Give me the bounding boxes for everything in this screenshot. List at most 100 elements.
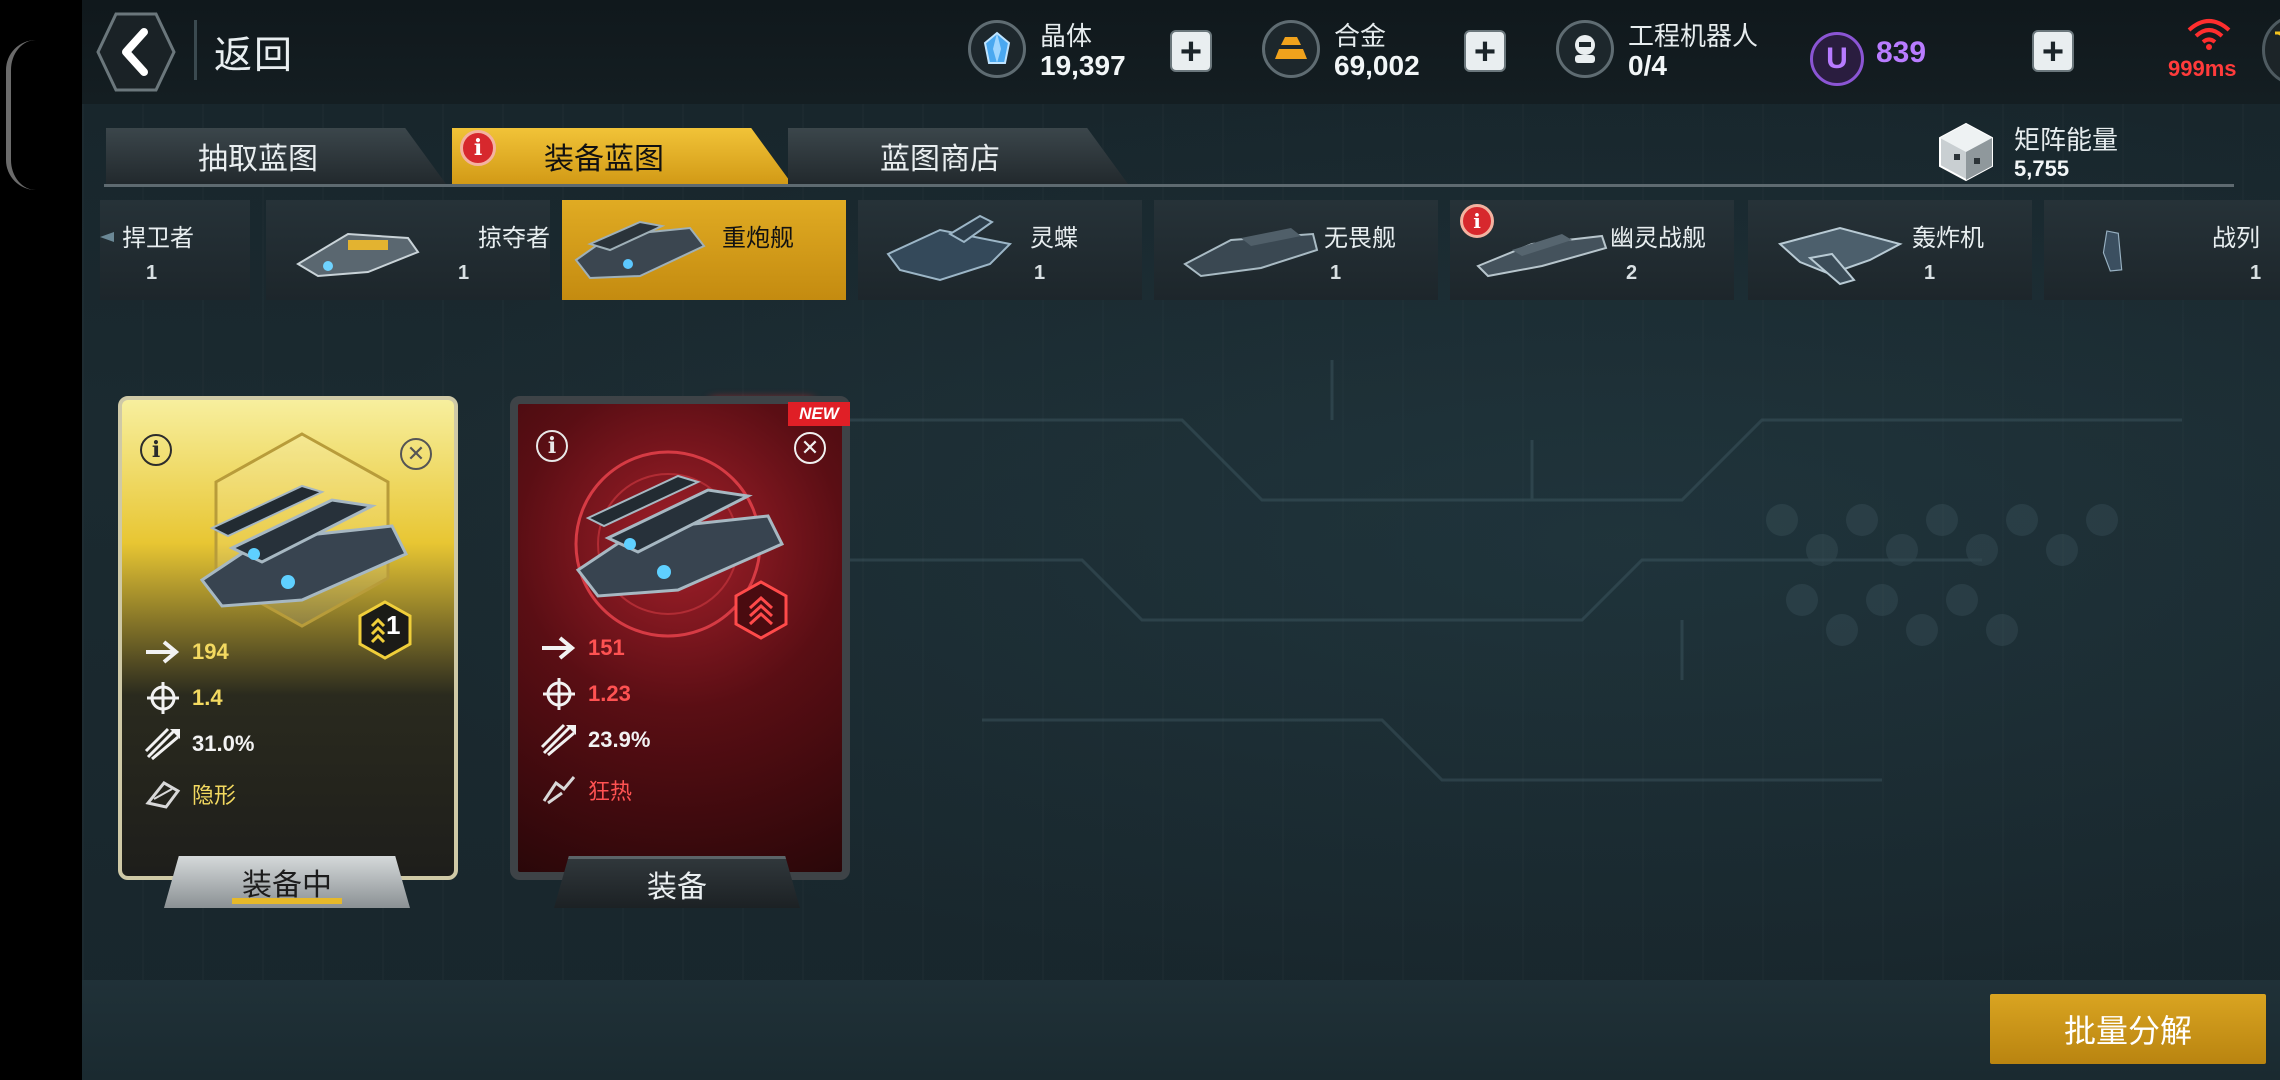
bulk-disassemble-button[interactable]: 批量分解 — [1990, 994, 2266, 1064]
category-count: 1 — [146, 262, 158, 284]
wifi-signal-icon — [2187, 19, 2231, 50]
bomber-ship-icon — [1777, 226, 1903, 286]
add-u-currency-button[interactable]: + — [2032, 30, 2074, 72]
trait-stat: 狂热 — [540, 772, 632, 808]
matrix-cube-icon — [1939, 122, 1993, 182]
category-count: 1 — [458, 262, 470, 284]
add-crystal-button[interactable]: + — [1170, 30, 1212, 72]
category-name: 轰炸机 — [1912, 225, 1984, 252]
category-defender[interactable]: 捍卫者 1 — [100, 200, 250, 300]
category-count: 1 — [1034, 262, 1046, 284]
category-count: 1 — [2250, 262, 2262, 284]
category-count: 1 — [1330, 262, 1342, 284]
robot-icon — [1556, 20, 1614, 78]
equip-button[interactable]: 装备 — [554, 856, 800, 908]
rank-value: 1 — [386, 610, 401, 640]
cart-icon — [2275, 31, 2280, 36]
percent-stat: 31.0% — [144, 726, 254, 762]
category-plunderer[interactable]: 掠夺者 1 — [266, 200, 550, 300]
heavy-artillery-ship-icon — [574, 220, 706, 280]
speed-arrow-icon — [146, 640, 180, 664]
blueprint-card-new[interactable]: i ✕ 151 1.23 23.9% 狂热 — [510, 396, 850, 880]
percent-value: 31.0% — [192, 731, 255, 756]
add-alloy-button[interactable]: + — [1464, 30, 1506, 72]
accuracy-value: 1.23 — [588, 681, 631, 706]
heavy-artillery-ship-art — [199, 484, 409, 608]
info-icon[interactable]: i — [536, 430, 568, 462]
bulk-disassemble-label: 批量分解 — [2063, 1013, 2192, 1049]
category-spirit-butterfly[interactable]: 灵蝶 1 — [858, 200, 1142, 300]
percent-stat: 23.9% — [540, 722, 650, 758]
plunderer-ship-icon — [296, 232, 420, 278]
category-name: 灵蝶 — [1030, 225, 1078, 252]
stealth-icon — [145, 781, 181, 809]
category-bomber[interactable]: 轰炸机 1 — [1748, 200, 2032, 300]
category-name: 无畏舰 — [1324, 225, 1396, 252]
crystal-label: 晶体 — [1040, 21, 1093, 51]
ship-category-row: 捍卫者 1 掠夺者 1 重炮舰 灵蝶 1 无畏舰 1 幽灵战舰 2 i 轰炸机 … — [82, 200, 2280, 302]
accuracy-value: 1.4 — [192, 685, 223, 710]
back-label[interactable]: 返回 — [214, 24, 294, 79]
category-count: 2 — [1626, 262, 1638, 284]
alloy-label: 合金 — [1334, 21, 1387, 51]
category-name: 幽灵战舰 — [1610, 225, 1706, 252]
trait-value: 隐形 — [192, 783, 237, 808]
robot-label: 工程机器人 — [1628, 21, 1759, 51]
speed-stat: 151 — [540, 630, 625, 666]
blueprint-card-equipped[interactable]: i ✕ 1 194 1.4 31.0% 隐形 — [118, 396, 458, 880]
tab-label: 蓝图商店 — [880, 143, 1000, 176]
spirit-butterfly-ship-icon — [886, 214, 1013, 282]
category-name: 战列 — [2212, 225, 2260, 252]
back-divider — [194, 20, 197, 80]
matrix-energy-label: 矩阵能量 — [2014, 125, 2119, 155]
alloy-value: 69,002 — [1334, 50, 1420, 81]
game-screen: 返回 晶体 19,397 + 合金 69,002 + 工程机器人 0/4 U 8… — [82, 0, 2280, 1080]
edge-swipe-arc — [6, 40, 36, 190]
crosshair-icon — [543, 678, 575, 710]
trait-stat: 隐形 — [144, 776, 236, 812]
u-currency-value: 839 — [1876, 36, 1927, 69]
category-name: 重炮舰 — [722, 225, 794, 252]
close-icon[interactable]: ✕ — [794, 432, 826, 464]
speed-stat: 194 — [144, 634, 229, 670]
speed-value: 194 — [192, 639, 229, 664]
tab-draw-blueprint[interactable]: 抽取蓝图 — [106, 128, 446, 184]
tab-equip-blueprint[interactable]: 装备蓝图 — [452, 128, 792, 184]
close-icon[interactable]: ✕ — [400, 438, 432, 470]
category-battleship[interactable]: 战列 1 — [2044, 200, 2280, 300]
equip-button-label: 装备 — [647, 870, 707, 904]
crosshair-icon — [147, 682, 179, 714]
ping-value: 999ms — [2168, 56, 2237, 81]
speed-value: 151 — [588, 635, 625, 660]
equipped-indicator-bar — [232, 898, 342, 904]
accuracy-stat: 1.4 — [144, 680, 223, 716]
frenzy-icon — [542, 776, 576, 805]
rank-badge-icon — [734, 580, 788, 640]
shop-cart-button[interactable] — [2262, 14, 2280, 86]
resource-robot: 工程机器人 0/4 — [1556, 14, 1796, 90]
crystal-icon — [968, 20, 1026, 78]
tab-underline — [104, 184, 2234, 187]
category-alert-icon: i — [1460, 204, 1494, 238]
category-dreadnought[interactable]: 无畏舰 1 — [1154, 200, 1438, 300]
category-name: 捍卫者 — [122, 225, 194, 252]
left-edge-strip — [0, 0, 82, 1080]
battleship-ship-icon — [2102, 230, 2123, 272]
ship-thumbnail-icon — [100, 232, 114, 242]
tab-label: 装备蓝图 — [544, 143, 664, 176]
info-icon[interactable]: i — [140, 434, 172, 466]
bottom-bar — [82, 980, 2280, 1080]
alloy-icon — [1262, 20, 1320, 78]
tab-label: 抽取蓝图 — [198, 143, 318, 176]
tab-blueprint-shop[interactable]: 蓝图商店 — [788, 128, 1128, 184]
u-currency-icon: U — [1810, 32, 1864, 86]
category-heavy-artillery[interactable]: 重炮舰 — [562, 200, 846, 300]
matrix-energy-value: 5,755 — [2014, 156, 2070, 181]
top-bar: 返回 晶体 19,397 + 合金 69,002 + 工程机器人 0/4 U 8… — [82, 0, 2280, 104]
dreadnought-ship-icon — [1183, 228, 1319, 278]
crystal-value: 19,397 — [1040, 50, 1126, 81]
tab-alert-icon: i — [460, 130, 496, 166]
robot-value: 0/4 — [1628, 50, 1667, 81]
back-arrow-icon[interactable] — [96, 10, 176, 94]
speed-arrow-icon — [542, 636, 576, 660]
